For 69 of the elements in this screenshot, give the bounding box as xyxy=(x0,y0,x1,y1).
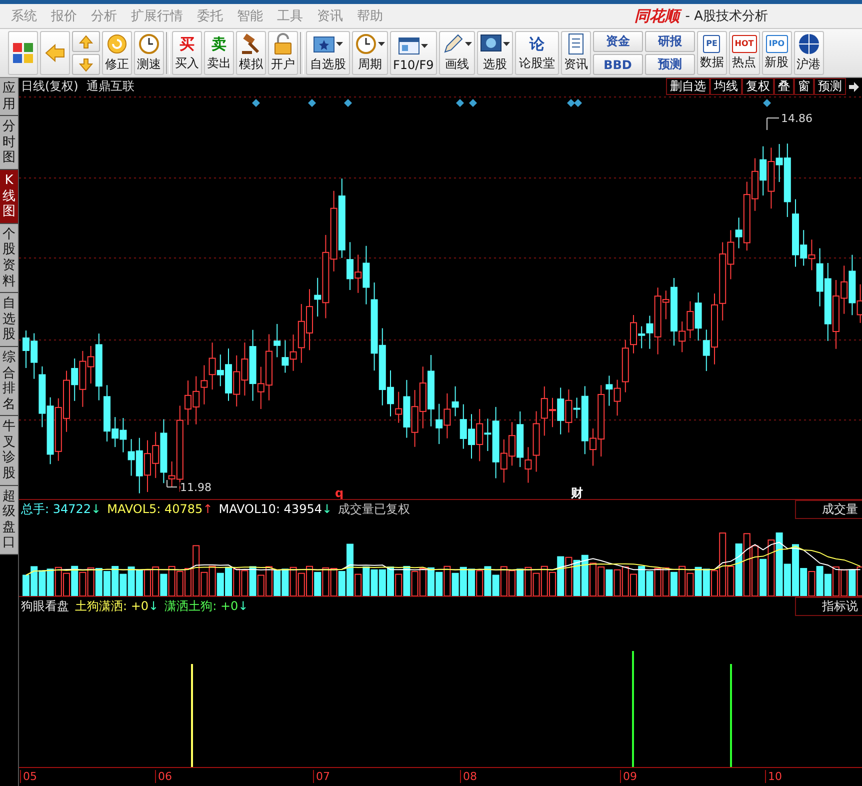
label-icon: PE xyxy=(703,35,720,53)
label-icon: HOT xyxy=(732,35,757,53)
chart-button[interactable]: 预测 xyxy=(814,78,846,96)
chart-button[interactable]: 叠 xyxy=(774,78,794,96)
chart-period: 日线(复权) xyxy=(21,78,78,96)
side-tab[interactable]: 超级盘口 xyxy=(0,486,18,556)
price-label: 14.86 xyxy=(781,112,812,125)
chart-button[interactable]: 删自选 xyxy=(666,78,710,96)
axis-label: 09 xyxy=(620,770,637,784)
side-tab[interactable]: K线图 xyxy=(0,170,18,224)
chart-button[interactable]: 均线 xyxy=(710,78,742,96)
toolbar-button[interactable]: 资金 xyxy=(592,31,643,52)
label-icon: IPO xyxy=(766,35,788,53)
side-tab[interactable]: 牛叉诊股 xyxy=(0,416,18,486)
side-tab[interactable]: 个股资料 xyxy=(0,224,18,294)
axis-label: 06 xyxy=(155,770,172,784)
side-tab[interactable]: 分时图 xyxy=(0,116,18,170)
trend-arrow: ↓ xyxy=(148,599,159,614)
toolbar-button[interactable]: 沪港 xyxy=(794,31,824,75)
axis-label: 10 xyxy=(765,770,782,784)
chart-button[interactable]: 复权 xyxy=(742,78,774,96)
side-tab[interactable]: 自选股 xyxy=(0,293,18,347)
toolbar-button[interactable]: 自选股 xyxy=(306,31,350,75)
chart-button[interactable]: 窗 xyxy=(794,78,814,96)
legend-text: 潇洒土狗: +0 xyxy=(164,598,238,615)
legend-text: 总手: 34722 xyxy=(21,500,92,518)
toolbar-button[interactable]: IPO 新股 xyxy=(762,31,792,75)
toolbar-button[interactable]: 论 论股堂 xyxy=(514,31,559,75)
axis-label: 07 xyxy=(313,770,330,784)
toolbar-button[interactable]: 选股 xyxy=(476,31,513,75)
axis-label: 08 xyxy=(460,770,477,784)
panel-title[interactable]: 指标说 xyxy=(795,596,862,616)
event-marker: q xyxy=(335,486,344,500)
toolbar-button[interactable]: 测速 xyxy=(134,31,164,75)
toolbar-button[interactable]: 买 买入 xyxy=(172,31,202,75)
legend-text: 土狗潇洒: +0 xyxy=(75,598,149,615)
trend-arrow: ↓ xyxy=(238,599,248,614)
character-icon: 论 xyxy=(526,34,548,54)
stock-name: 通鼎互联 xyxy=(86,78,134,96)
toolbar-button[interactable]: 开户 xyxy=(268,31,298,75)
toolbar-button[interactable]: BBD xyxy=(592,54,643,75)
toolbar-button[interactable]: 研报 xyxy=(644,31,695,52)
trend-arrow: ↑ xyxy=(202,502,213,516)
legend-text: MAVOL5: 40785 xyxy=(107,502,203,516)
toolbar-button[interactable]: HOT 热点 xyxy=(728,31,760,75)
toolbar-button[interactable]: 预测 xyxy=(644,54,695,75)
price-label: 11.98 xyxy=(180,480,212,494)
toolbar-button[interactable]: 卖 卖出 xyxy=(204,31,234,75)
app-subtitle: - A股技术分析 xyxy=(685,8,768,25)
legend-text: 狗眼看盘 xyxy=(21,598,69,615)
toolbar-button[interactable]: 修正 xyxy=(102,31,132,75)
toolbar-button[interactable]: 模拟 xyxy=(236,31,266,75)
toolbar-button[interactable]: F10/F9 xyxy=(390,31,437,75)
character-icon: 买 xyxy=(176,34,198,54)
toolbar-button[interactable]: 资讯 xyxy=(560,31,591,75)
legend-text: MAVOL10: 43954 xyxy=(218,502,322,516)
trend-arrow: ↓ xyxy=(91,502,102,516)
character-icon: 卖 xyxy=(208,34,230,54)
legend-text: 成交量已复权 xyxy=(338,500,410,518)
toolbar-button[interactable]: PE 数据 xyxy=(696,31,727,75)
side-tab[interactable]: 综合排名 xyxy=(0,346,18,416)
side-tab[interactable]: 应用 xyxy=(0,78,18,116)
trend-arrow: ↓ xyxy=(322,502,332,516)
axis-label: 05 xyxy=(20,770,37,784)
toolbar-button[interactable]: 周期 xyxy=(352,31,388,75)
app-logo: 同花顺 xyxy=(634,6,680,26)
event-marker: 财 xyxy=(571,486,583,500)
toolbar-button[interactable]: 画线 xyxy=(438,31,475,75)
panel-title[interactable]: 成交量 xyxy=(795,500,862,519)
